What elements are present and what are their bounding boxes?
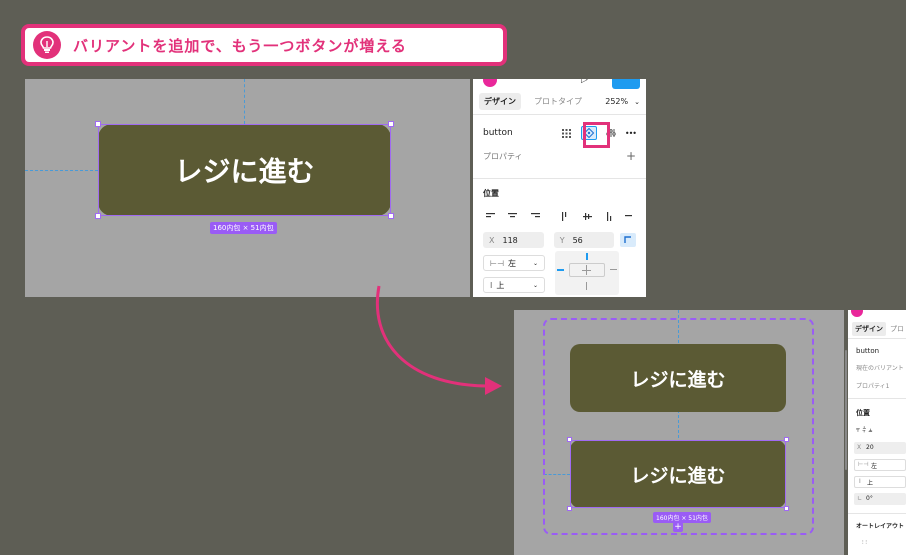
v-constraint-icon: I bbox=[859, 478, 861, 485]
chevron-down-icon: ⌄ bbox=[532, 281, 538, 289]
rotation-icon: ∟ bbox=[857, 495, 863, 502]
resize-handle[interactable] bbox=[388, 121, 394, 127]
share-button[interactable] bbox=[612, 79, 640, 89]
figma-logo-icon[interactable] bbox=[483, 79, 497, 87]
horizontal-constraint[interactable]: ⊢⊣ 左 bbox=[854, 459, 906, 471]
zoom-level[interactable]: 252% bbox=[605, 97, 628, 106]
design-panel: ▷ デザイン プロトタイプ 252% ⌄ button ••• プロパティ + … bbox=[473, 79, 646, 297]
position-title: 位置 bbox=[483, 188, 499, 198]
canvas-after[interactable]: レジに進む レジに進む 160内包 × 51内包 + bbox=[514, 310, 844, 555]
more-icon[interactable]: ••• bbox=[625, 129, 637, 138]
resize-handle[interactable] bbox=[95, 121, 101, 127]
before-screenshot: レジに進む 160内包 × 51内包 ▷ デザイン プロトタイプ 252% ⌄ … bbox=[25, 79, 646, 297]
align-icons[interactable]: ⫧ ⫩ ⫨ bbox=[856, 426, 872, 435]
resize-handle[interactable] bbox=[784, 506, 789, 511]
resize-handle[interactable] bbox=[95, 213, 101, 219]
component-name: button bbox=[483, 128, 513, 138]
vertical-constraint[interactable]: I 上 bbox=[854, 476, 906, 488]
size-label: 160内包 × 51内包 bbox=[210, 222, 277, 234]
align-top-icon[interactable] bbox=[558, 209, 572, 223]
horizontal-constraint[interactable]: ⊢⊣ 左 ⌄ bbox=[483, 255, 545, 271]
lightbulb-icon bbox=[33, 31, 61, 59]
resize-handle[interactable] bbox=[388, 213, 394, 219]
h-constraint-icon: ⊢⊣ bbox=[858, 461, 869, 468]
tip-banner: バリアントを追加で、もう一つボタンが増える bbox=[21, 24, 507, 66]
x-field[interactable]: X 118 bbox=[483, 232, 544, 248]
tip-text: バリアントを追加で、もう一つボタンが増える bbox=[73, 36, 407, 55]
tab-design[interactable]: デザイン bbox=[852, 322, 886, 336]
align-center-icon[interactable] bbox=[505, 209, 519, 223]
align-bottom-icon[interactable] bbox=[603, 209, 617, 223]
current-variant-label: 現在のバリアント bbox=[856, 365, 904, 372]
variants-grid-icon[interactable] bbox=[559, 126, 575, 140]
selection-box bbox=[570, 440, 786, 508]
curved-arrow-icon bbox=[376, 285, 502, 395]
play-icon[interactable]: ▷ bbox=[581, 79, 588, 85]
distribute-icon[interactable] bbox=[622, 209, 636, 223]
position-title: 位置 bbox=[856, 409, 870, 417]
selection-box bbox=[98, 124, 391, 216]
highlight-box bbox=[583, 122, 610, 148]
resize-handle[interactable] bbox=[567, 506, 572, 511]
guide-vertical bbox=[244, 79, 245, 124]
align-left-icon[interactable] bbox=[483, 209, 497, 223]
tab-prototype[interactable]: プロトタイプ bbox=[529, 93, 587, 110]
tab-design[interactable]: デザイン bbox=[479, 93, 521, 110]
chevron-down-icon: ⌄ bbox=[532, 259, 538, 267]
resize-handle[interactable] bbox=[784, 437, 789, 442]
figma-logo-icon[interactable] bbox=[851, 310, 863, 317]
rotation-field[interactable]: ∟ 0° bbox=[854, 493, 906, 505]
properties-label: プロパティ bbox=[483, 151, 523, 161]
tab-prototype[interactable]: プロ bbox=[890, 324, 904, 334]
add-variant-button[interactable]: + bbox=[673, 522, 683, 532]
auto-layout-icons[interactable]: ⫶ ⫶ bbox=[862, 539, 867, 547]
scrollbar[interactable] bbox=[845, 350, 847, 470]
property1-label: プロパティ1 bbox=[856, 383, 890, 390]
h-constraint-icon: ⊢⊣ bbox=[490, 258, 504, 268]
constraints-widget[interactable] bbox=[555, 251, 619, 295]
y-field[interactable]: Y 56 bbox=[553, 232, 615, 248]
align-middle-icon[interactable] bbox=[581, 209, 595, 223]
design-panel-after: デザイン プロ button 現在のバリアント プロパティ1 位置 ⫧ ⫩ ⫨ … bbox=[848, 310, 906, 555]
guide-horizontal bbox=[25, 170, 98, 171]
constrain-proportions-icon[interactable] bbox=[620, 233, 636, 247]
auto-layout-title: オートレイアウト bbox=[856, 523, 905, 530]
resize-handle[interactable] bbox=[567, 437, 572, 442]
variant-button-1[interactable]: レジに進む bbox=[570, 344, 786, 412]
after-screenshot: レジに進む レジに進む 160内包 × 51内包 + デザイン プロ butto… bbox=[514, 310, 906, 555]
add-property-icon[interactable]: + bbox=[626, 149, 636, 163]
align-right-icon[interactable] bbox=[528, 209, 542, 223]
x-field[interactable]: X 20 bbox=[854, 442, 906, 454]
chevron-down-icon[interactable]: ⌄ bbox=[634, 98, 640, 106]
canvas-before[interactable]: レジに進む 160内包 × 51内包 bbox=[25, 79, 470, 297]
component-name: button bbox=[856, 347, 880, 355]
